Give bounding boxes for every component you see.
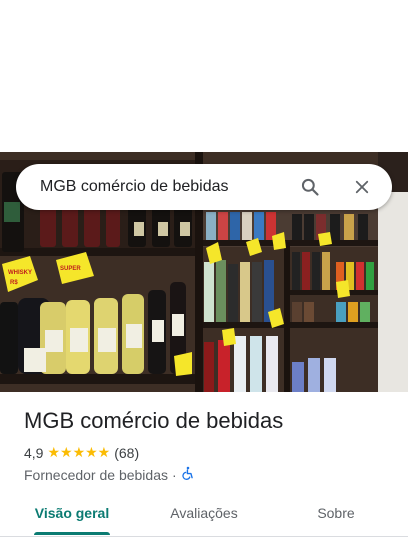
svg-text:R$: R$ (10, 280, 18, 286)
tab-reviews[interactable]: Avaliações (164, 494, 244, 536)
search-bar[interactable]: MGB comércio de bebidas (16, 164, 392, 210)
separator-dot: · (172, 466, 177, 483)
svg-text:SUPER: SUPER (60, 266, 81, 272)
active-tab-indicator (34, 532, 110, 535)
tab-about[interactable]: Sobre (310, 494, 362, 536)
search-icon[interactable] (298, 175, 322, 199)
tab-overview[interactable]: Visão geral (34, 494, 110, 536)
tab-bar: Visão geral Avaliações Sobre (0, 494, 408, 537)
rating-row[interactable]: 4,9 ★★★★★ (68) (24, 444, 139, 461)
star-rating-icon: ★★★★★ (47, 444, 111, 460)
close-icon[interactable] (350, 175, 374, 199)
review-count[interactable]: (68) (114, 445, 139, 461)
category-row: Fornecedor de bebidas · (24, 466, 195, 483)
place-title: MGB comércio de bebidas (24, 408, 284, 433)
search-input[interactable]: MGB comércio de bebidas (40, 178, 298, 196)
place-category: Fornecedor de bebidas (24, 466, 168, 483)
rating-value: 4,9 (24, 444, 44, 461)
wheelchair-accessible-icon (181, 466, 195, 483)
svg-text:WHISKY: WHISKY (8, 270, 32, 276)
